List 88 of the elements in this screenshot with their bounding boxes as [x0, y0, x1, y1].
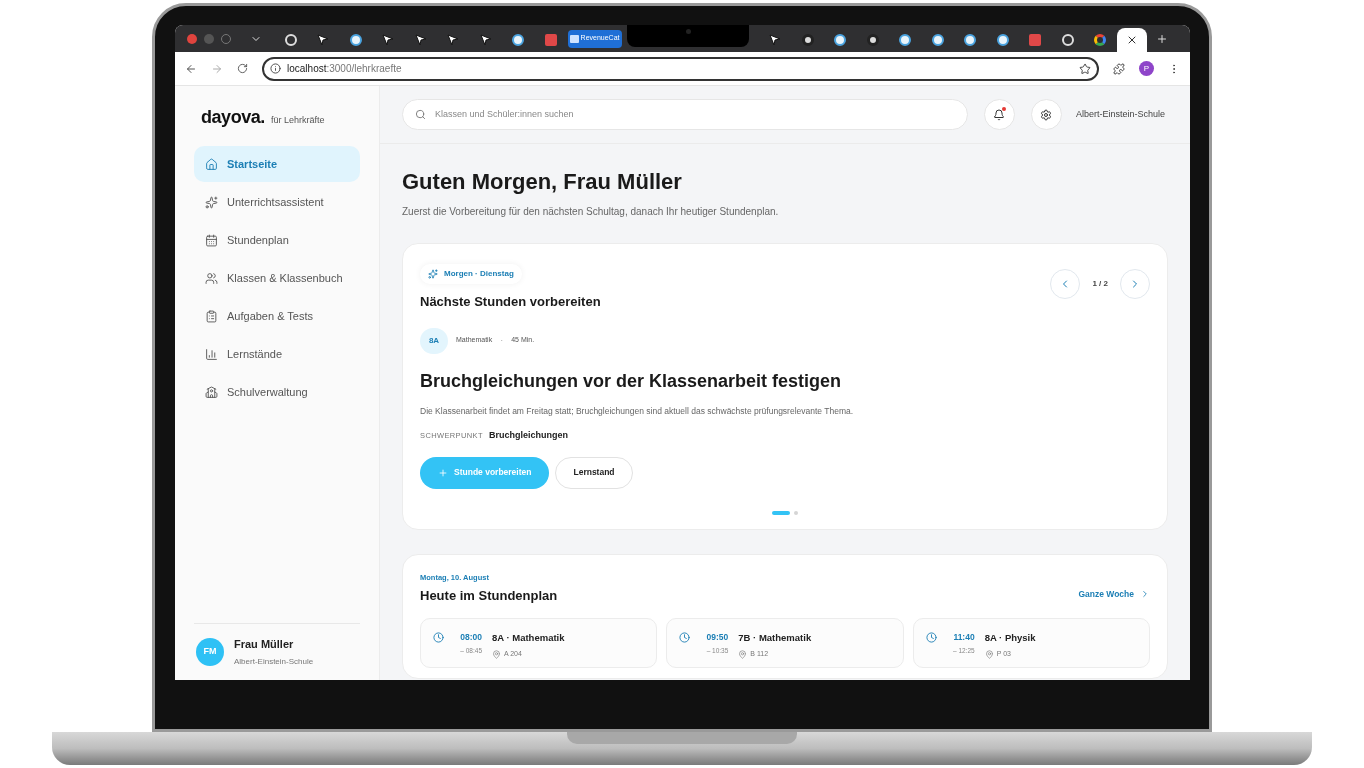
nav-icon — [205, 157, 218, 171]
notifications-button[interactable] — [983, 99, 1015, 130]
bookmark-star-icon[interactable] — [1079, 62, 1091, 75]
profile-avatar[interactable]: P — [1139, 61, 1154, 76]
extensions-icon[interactable] — [1113, 62, 1125, 75]
start-time: 09:50 — [706, 630, 729, 644]
close-window-control[interactable] — [187, 33, 197, 44]
nav-icon — [205, 347, 218, 361]
class-badge: 8A — [420, 327, 448, 354]
cursor-icon — [479, 34, 492, 46]
tab-favicon-icon — [1061, 34, 1074, 46]
chevron-right-icon — [1140, 589, 1150, 600]
sparkle-icon — [428, 269, 438, 279]
app-logo: dayova. — [201, 108, 265, 126]
nav-icon — [205, 195, 218, 209]
date-chip: Morgen · Dienstag — [420, 264, 522, 284]
location-icon — [492, 649, 501, 659]
nav-item[interactable]: Klassen & Klassenbuch — [194, 260, 360, 296]
nav-item[interactable]: Schulverwaltung — [194, 374, 360, 410]
browser-tab[interactable] — [1117, 28, 1147, 52]
tab-favicon-icon — [1029, 34, 1042, 46]
info-icon[interactable] — [270, 63, 281, 74]
separator-dot: · — [500, 333, 504, 347]
schedule-title: Heute im Stundenplan — [420, 587, 558, 605]
camera-icon — [685, 29, 691, 34]
greeting-title: Guten Morgen, Frau Müller — [402, 168, 683, 196]
cursor-icon — [414, 34, 427, 46]
cursor-icon — [769, 34, 782, 46]
search-icon — [415, 109, 426, 120]
tab-favicon-icon — [569, 34, 579, 43]
search-input[interactable]: Klassen und Schüler:innen suchen — [435, 107, 955, 122]
cursor-icon — [382, 34, 395, 46]
lesson-name: 7B · Mathematik — [738, 630, 812, 645]
start-time: 08:00 — [460, 630, 482, 644]
cursor-icon — [317, 34, 330, 46]
tab-favicon-icon — [544, 34, 557, 46]
tab-favicon-icon — [866, 34, 879, 46]
nav-icon — [205, 309, 218, 323]
user-name: Frau Müller — [234, 636, 295, 652]
nav-item[interactable]: Startseite — [194, 146, 360, 182]
tab-favicon-icon — [931, 34, 944, 46]
location-icon — [738, 649, 748, 659]
tab-favicon-icon — [284, 34, 297, 46]
greeting-subtitle: Zuerst die Vorbereitung für den nächsten Schultag, danach Ihr heutiger Stundenplan. — [402, 205, 780, 219]
search-field[interactable]: Klassen und Schüler:innen suchen — [402, 99, 968, 130]
tab-favicon-icon — [349, 34, 362, 46]
whole-week-link[interactable]: Ganze Woche — [1078, 587, 1150, 601]
start-time: 11:40 — [953, 630, 975, 644]
tab-favicon-icon — [996, 34, 1009, 46]
nav-icon — [205, 271, 218, 285]
nav-item[interactable]: Aufgaben & Tests — [194, 298, 360, 334]
lesson-name: 8A · Mathematik — [492, 630, 565, 645]
url-text: localhost:3000/lehrkraefte — [287, 62, 403, 76]
location-icon — [984, 649, 994, 659]
nav-icon — [205, 385, 218, 399]
tab-favicon-icon — [512, 34, 525, 46]
lesson-name: 8A · Physik — [984, 630, 1036, 645]
lesson-title: Bruchgleichungen vor der Klassenarbeit festigen — [420, 369, 843, 393]
clock-icon — [679, 631, 691, 643]
settings-icon — [1040, 108, 1053, 121]
back-icon[interactable] — [185, 62, 197, 75]
tab-favicon-icon — [1094, 34, 1107, 46]
pager-text: 1 / 2 — [1092, 278, 1108, 290]
clock-icon — [925, 631, 937, 643]
tab-favicon-icon — [834, 34, 847, 46]
user-school: Albert-Einstein-Schule — [234, 656, 314, 668]
user-avatar: FM — [196, 637, 224, 666]
card-title: Nächste Stunden vorbereiten — [420, 293, 601, 311]
focus-topic: Bruchgleichungen — [488, 429, 568, 443]
logo-subtitle: für Lehrkräfte — [270, 116, 325, 125]
tab-favicon-icon — [801, 34, 814, 46]
reload-icon[interactable] — [237, 63, 248, 74]
nav-item[interactable]: Unterrichtsassistent — [194, 184, 360, 220]
new-tab-icon[interactable] — [1156, 32, 1168, 45]
nav-icon — [205, 233, 218, 247]
clock-icon — [433, 631, 444, 643]
close-icon[interactable] — [1126, 34, 1138, 46]
plus-icon — [438, 467, 448, 478]
settings-button[interactable] — [1030, 99, 1062, 130]
tab-favicon-icon — [964, 34, 977, 46]
nav-item[interactable]: Stundenplan — [194, 222, 360, 258]
tab-favicon-icon — [899, 34, 912, 46]
bell-icon — [993, 108, 1006, 121]
cursor-icon — [447, 34, 460, 46]
lesson-description: Die Klassenarbeit findet am Freitag statt; Bruchgleichungen sind aktuell das schwächste prüfungsrelevante Thema. — [420, 404, 855, 418]
address-bar[interactable]: localhost:3000/lehrkraefte — [262, 56, 1099, 81]
school-name: Albert-Einstein-Schule — [1075, 107, 1165, 121]
nav-item[interactable]: Lernstände — [194, 336, 360, 372]
